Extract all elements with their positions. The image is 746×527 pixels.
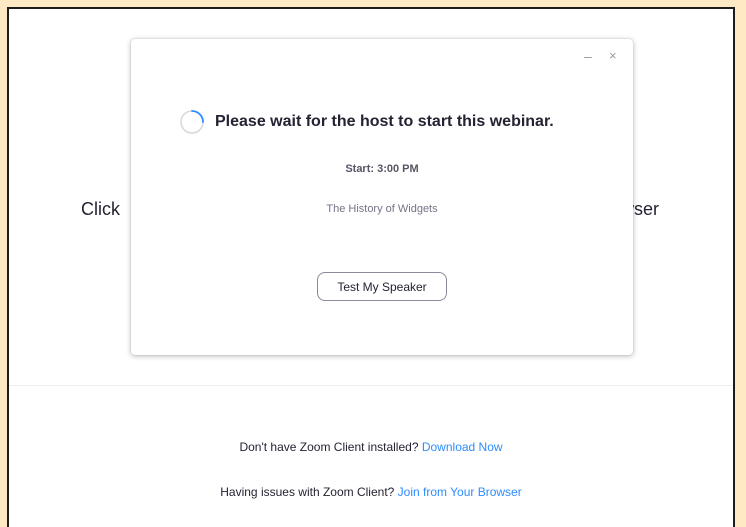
start-time: Start: 3:00 PM [345, 163, 419, 175]
dialog-title: Please wait for the host to start this w… [215, 113, 554, 130]
close-button[interactable]: × [609, 49, 617, 63]
join-from-browser-link[interactable]: Join from Your Browser [398, 485, 522, 499]
browser-row: Having issues with Zoom Client? Join fro… [9, 485, 733, 499]
download-now-link[interactable]: Download Now [422, 440, 503, 454]
waiting-for-host-dialog: – × Please wait for the host to start th… [131, 39, 633, 355]
minimize-button[interactable]: – [584, 49, 592, 63]
webinar-topic: The History of Widgets [326, 203, 438, 215]
download-prompt: Don't have Zoom Client installed? [239, 440, 419, 454]
background-launch-text-left: Click [81, 199, 120, 219]
loading-spinner-icon [180, 110, 204, 134]
browser-prompt: Having issues with Zoom Client? [220, 485, 395, 499]
download-row: Don't have Zoom Client installed? Downlo… [9, 440, 733, 454]
title-row: Please wait for the host to start this w… [179, 109, 554, 135]
test-speaker-button[interactable]: Test My Speaker [317, 272, 447, 301]
section-divider [9, 385, 733, 386]
